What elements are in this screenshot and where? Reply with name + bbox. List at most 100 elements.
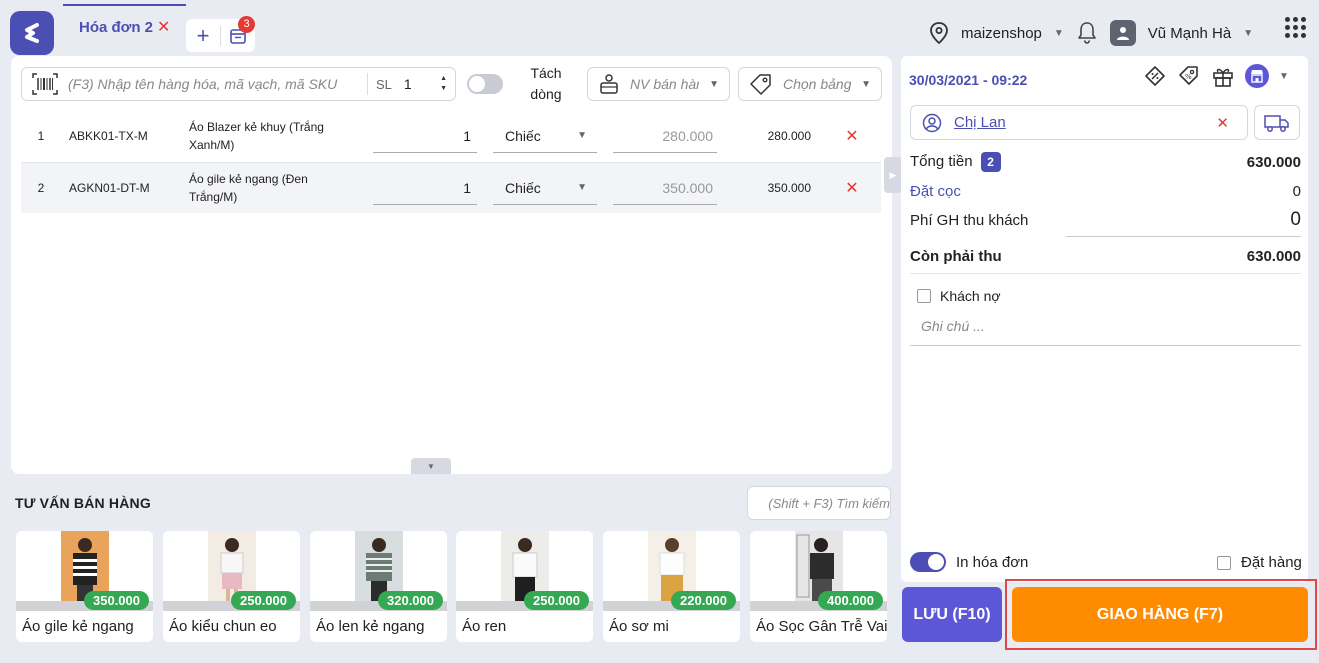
deposit-link[interactable]: Đặt cọc (910, 183, 961, 200)
preorder-checkbox[interactable] (1217, 555, 1231, 570)
chevron-down-icon[interactable]: ▼ (1054, 28, 1064, 39)
print-toggle[interactable] (910, 552, 946, 572)
product-price-badge: 250.000 (524, 591, 589, 610)
close-tab-icon[interactable]: ✕ (157, 17, 170, 37)
avatar-icon[interactable] (1109, 20, 1136, 46)
pending-orders-button[interactable]: 3 (221, 15, 255, 45)
collapse-bottom-handle[interactable]: ▼ (411, 458, 451, 474)
shipping-fee-row: Phí GH thu khách 0 (910, 209, 1301, 231)
debt-checkbox[interactable] (917, 289, 931, 303)
row-unit-value: Chiếc (505, 127, 541, 144)
add-tab-button[interactable]: + (186, 24, 220, 47)
deliver-button[interactable]: GIAO HÀNG (F7) (1012, 587, 1308, 642)
product-search[interactable]: (F3) Nhập tên hàng hóa, mã vạch, mã SKU … (21, 67, 456, 101)
save-button[interactable]: LƯU (F10) (902, 587, 1002, 642)
debt-option[interactable]: Khách nợ (917, 288, 1001, 304)
cart-row[interactable]: 2 AGKN01-DT-M Áo gile kẻ ngang (Đen Trắn… (21, 163, 881, 213)
row-code: ABKK01-TX-M (69, 129, 148, 143)
user-icon (1116, 27, 1129, 40)
price-tag-icon (750, 74, 771, 95)
row-index: 2 (37, 181, 45, 195)
row-price-input[interactable]: 350.000 (613, 171, 717, 205)
logo-icon (25, 23, 39, 43)
store-icon[interactable] (1245, 64, 1269, 88)
total-row: Tổng tiền 2 630.000 (910, 152, 1301, 172)
remaining-row: Còn phải thu 630.000 (910, 246, 1301, 266)
app-logo[interactable] (10, 11, 54, 55)
product-name: Áo len kẻ ngang (316, 618, 425, 635)
debt-label: Khách nợ (940, 288, 1001, 304)
row-code: AGKN01-DT-M (69, 181, 150, 195)
divider (910, 273, 1301, 274)
deposit-row: Đặt cọc 0 (910, 181, 1301, 201)
quantity-input[interactable]: 1 (404, 76, 440, 92)
product-price-badge: 250.000 (231, 591, 296, 610)
row-qty-input[interactable]: 1 (373, 171, 477, 205)
row-index: 1 (37, 129, 45, 143)
product-price-badge: 400.000 (818, 591, 883, 610)
discount-tag-icon[interactable]: % (1177, 64, 1201, 88)
stepper-up-icon[interactable]: ▲ (440, 74, 447, 84)
quantity-stepper[interactable]: SL 1 ▲ ▼ (367, 73, 455, 95)
gift-icon[interactable] (1211, 64, 1235, 88)
stepper-arrows[interactable]: ▲ ▼ (440, 74, 447, 94)
chevron-down-icon[interactable]: ▼ (1243, 28, 1253, 39)
order-datetime[interactable]: 30/03/2021 - 09:22 (909, 72, 1027, 88)
preorder-label: Đặt hàng (1241, 554, 1302, 571)
barcode-icon[interactable] (22, 73, 68, 95)
suggestion-search[interactable]: (Shift + F3) Tìm kiếm (747, 486, 891, 520)
apps-grid-icon[interactable] (1285, 17, 1306, 38)
row-name: Áo Blazer kẻ khuy (Trắng Xanh/M) (189, 120, 324, 152)
delete-row-icon[interactable]: ✕ (827, 126, 877, 146)
product-card[interactable]: 320.000 Áo len kẻ ngang (310, 531, 447, 642)
toggle-knob (469, 76, 485, 92)
suggestions-title: TƯ VẤN BÁN HÀNG (15, 495, 151, 511)
pricebook-select[interactable]: Chọn bảng giá ▼ (738, 67, 882, 101)
voucher-icon[interactable] (1143, 64, 1167, 88)
delete-row-icon[interactable]: ✕ (827, 178, 877, 198)
stepper-down-icon[interactable]: ▼ (440, 84, 447, 94)
product-card[interactable]: 220.000 Áo sơ mi (603, 531, 740, 642)
product-card[interactable]: 250.000 Áo kiểu chun eo (163, 531, 300, 642)
cart-row[interactable]: 1 ABKK01-TX-M Áo Blazer kẻ khuy (Trắng X… (21, 111, 881, 161)
collapse-right-handle[interactable]: ▶ (884, 157, 902, 193)
order-actions: % ▼ (1143, 64, 1289, 88)
shipping-fee-input[interactable]: 0 (1290, 209, 1301, 231)
product-name: Áo Sọc Gân Trễ Vai (756, 618, 887, 635)
row-price-input[interactable]: 280.000 (613, 119, 717, 153)
product-card[interactable]: 350.000 Áo gile kẻ ngang (16, 531, 153, 642)
split-line-toggle[interactable] (467, 74, 503, 94)
cashier-icon (600, 74, 618, 94)
tab-label: Hóa đơn 2 (79, 18, 154, 36)
staff-placeholder: NV bán hàng (630, 76, 699, 92)
note-underline (910, 345, 1301, 346)
product-name: Áo sơ mi (609, 618, 669, 635)
print-option[interactable]: In hóa đơn (910, 552, 1028, 572)
note-input[interactable]: Ghi chú ... (921, 318, 985, 334)
customer-name[interactable]: Chị Lan (954, 114, 1216, 131)
customer-field[interactable]: Chị Lan ✕ (910, 105, 1248, 140)
row-qty-input[interactable]: 1 (373, 119, 477, 153)
row-unit-value: Chiếc (505, 179, 541, 196)
clear-customer-icon[interactable]: ✕ (1216, 114, 1229, 132)
staff-select[interactable]: NV bán hàng ▼ (587, 67, 730, 101)
preorder-option[interactable]: Đặt hàng (1217, 554, 1302, 571)
remaining-label: Còn phải thu (910, 247, 1002, 265)
user-name[interactable]: Vũ Mạnh Hà (1148, 25, 1231, 42)
tab-actions: + 3 (186, 15, 255, 52)
delivery-button[interactable] (1254, 105, 1300, 140)
product-card[interactable]: 250.000 Áo ren (456, 531, 593, 642)
product-card[interactable]: 400.000 Áo Sọc Gân Trễ Vai (750, 531, 887, 642)
chevron-down-icon: ▼ (861, 78, 871, 90)
store-name[interactable]: maizenshop (961, 25, 1042, 42)
row-unit-select[interactable]: Chiếc ▼ (493, 171, 597, 205)
user-circle-icon (922, 113, 942, 132)
search-input[interactable]: (F3) Nhập tên hàng hóa, mã vạch, mã SKU (68, 76, 367, 92)
row-unit-select[interactable]: Chiếc ▼ (493, 119, 597, 153)
tab-invoice-2[interactable]: Hóa đơn 2 ✕ (63, 4, 186, 50)
suggestion-search-input[interactable]: (Shift + F3) Tìm kiếm (768, 496, 890, 511)
remaining-value: 630.000 (1246, 247, 1301, 265)
bell-icon[interactable] (1076, 21, 1098, 45)
toggle-knob (928, 554, 944, 570)
chevron-down-icon[interactable]: ▼ (1279, 71, 1289, 82)
